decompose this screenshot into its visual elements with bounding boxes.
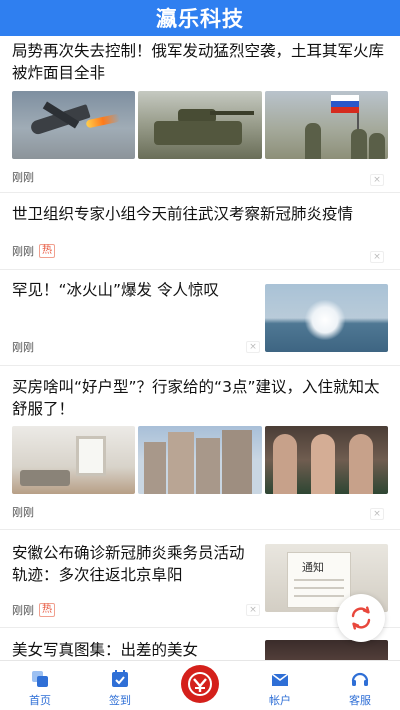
fighter-jet-image bbox=[12, 91, 136, 159]
news-time: 刚刚 bbox=[12, 604, 34, 617]
tank-image bbox=[138, 91, 262, 159]
bottom-tab-bar: 首页 签到 帐户 客服 bbox=[0, 660, 400, 710]
news-title[interactable]: 买房啥叫“好户型”？行家给的“3点”建议，入住就知太舒服了！ bbox=[12, 366, 388, 420]
tab-label: 帐户 bbox=[269, 694, 291, 707]
soldiers-flag-image bbox=[264, 91, 388, 159]
refresh-button[interactable] bbox=[337, 594, 385, 642]
notice-text: 通知 bbox=[302, 561, 324, 574]
app-header: 瀛乐科技 bbox=[0, 0, 400, 36]
tab-home[interactable]: 首页 bbox=[0, 661, 80, 710]
people-counting-money-image bbox=[264, 426, 388, 494]
tab-label: 首页 bbox=[29, 694, 51, 707]
news-image-row bbox=[12, 426, 388, 494]
tab-account[interactable]: 帐户 bbox=[240, 661, 320, 710]
dismiss-icon[interactable]: × bbox=[370, 251, 384, 263]
news-item[interactable]: 罕见！“冰火山”爆发 令人惊叹 刚刚 × bbox=[0, 270, 400, 366]
dismiss-icon[interactable]: × bbox=[370, 174, 384, 186]
home-icon bbox=[30, 669, 50, 689]
tab-customer-service[interactable]: 客服 bbox=[320, 661, 400, 710]
news-meta: 刚刚 热 bbox=[12, 241, 388, 261]
dismiss-icon[interactable]: × bbox=[246, 341, 260, 353]
dismiss-icon[interactable]: × bbox=[370, 508, 384, 520]
news-title[interactable]: 美女写真图集：出差的美女 bbox=[12, 628, 252, 660]
photo-gallery-image bbox=[265, 640, 388, 660]
news-meta: 刚刚 热 bbox=[12, 600, 55, 620]
tab-bank-logo[interactable] bbox=[160, 661, 240, 710]
news-image-row bbox=[12, 91, 388, 159]
tab-label: 签到 bbox=[109, 694, 131, 707]
dismiss-icon[interactable]: × bbox=[246, 604, 260, 616]
news-item[interactable]: 世卫组织专家小组今天前往武汉考察新冠肺炎疫情 刚刚 热 × bbox=[0, 193, 400, 270]
news-time: 刚刚 bbox=[12, 341, 34, 354]
news-title[interactable]: 罕见！“冰火山”爆发 令人惊叹 bbox=[12, 270, 252, 301]
news-title[interactable]: 安徽公布确诊新冠肺炎乘务员活动轨迹：多次往返北京阜阳 bbox=[12, 530, 252, 586]
account-icon bbox=[270, 669, 290, 689]
news-time: 刚刚 bbox=[12, 506, 34, 519]
news-title[interactable]: 局势再次失去控制！俄军发动猛烈空袭，土耳其军火库被炸面目全非 bbox=[12, 36, 388, 84]
ice-volcano-image bbox=[265, 284, 388, 352]
tab-checkin[interactable]: 签到 bbox=[80, 661, 160, 710]
news-time: 刚刚 bbox=[12, 171, 34, 184]
headset-icon bbox=[350, 669, 370, 689]
tab-label: 客服 bbox=[349, 694, 371, 707]
news-title[interactable]: 世卫组织专家小组今天前往武汉考察新冠肺炎疫情 bbox=[12, 193, 388, 225]
news-item[interactable]: 局势再次失去控制！俄军发动猛烈空袭，土耳其军火库被炸面目全非 刚刚 × bbox=[0, 36, 400, 193]
hot-badge: 热 bbox=[39, 603, 55, 617]
news-meta: 刚刚 bbox=[12, 502, 388, 522]
app-title: 瀛乐科技 bbox=[156, 7, 244, 31]
refresh-icon bbox=[351, 606, 371, 630]
checkin-icon bbox=[110, 669, 130, 689]
apartment-buildings-image bbox=[138, 426, 262, 494]
news-item[interactable]: 买房啥叫“好户型”？行家给的“3点”建议，入住就知太舒服了！ 刚刚 × bbox=[0, 366, 400, 530]
news-meta: 刚刚 bbox=[12, 167, 388, 187]
news-time: 刚刚 bbox=[12, 245, 34, 258]
news-feed[interactable]: 局势再次失去控制！俄军发动猛烈空袭，土耳其军火库被炸面目全非 刚刚 × 世卫组织… bbox=[0, 36, 400, 660]
bank-logo-icon bbox=[181, 665, 219, 703]
news-item[interactable]: 美女写真图集：出差的美女 bbox=[0, 628, 400, 660]
news-meta: 刚刚 bbox=[12, 337, 34, 357]
interior-room-image bbox=[12, 426, 136, 494]
hot-badge: 热 bbox=[39, 244, 55, 258]
